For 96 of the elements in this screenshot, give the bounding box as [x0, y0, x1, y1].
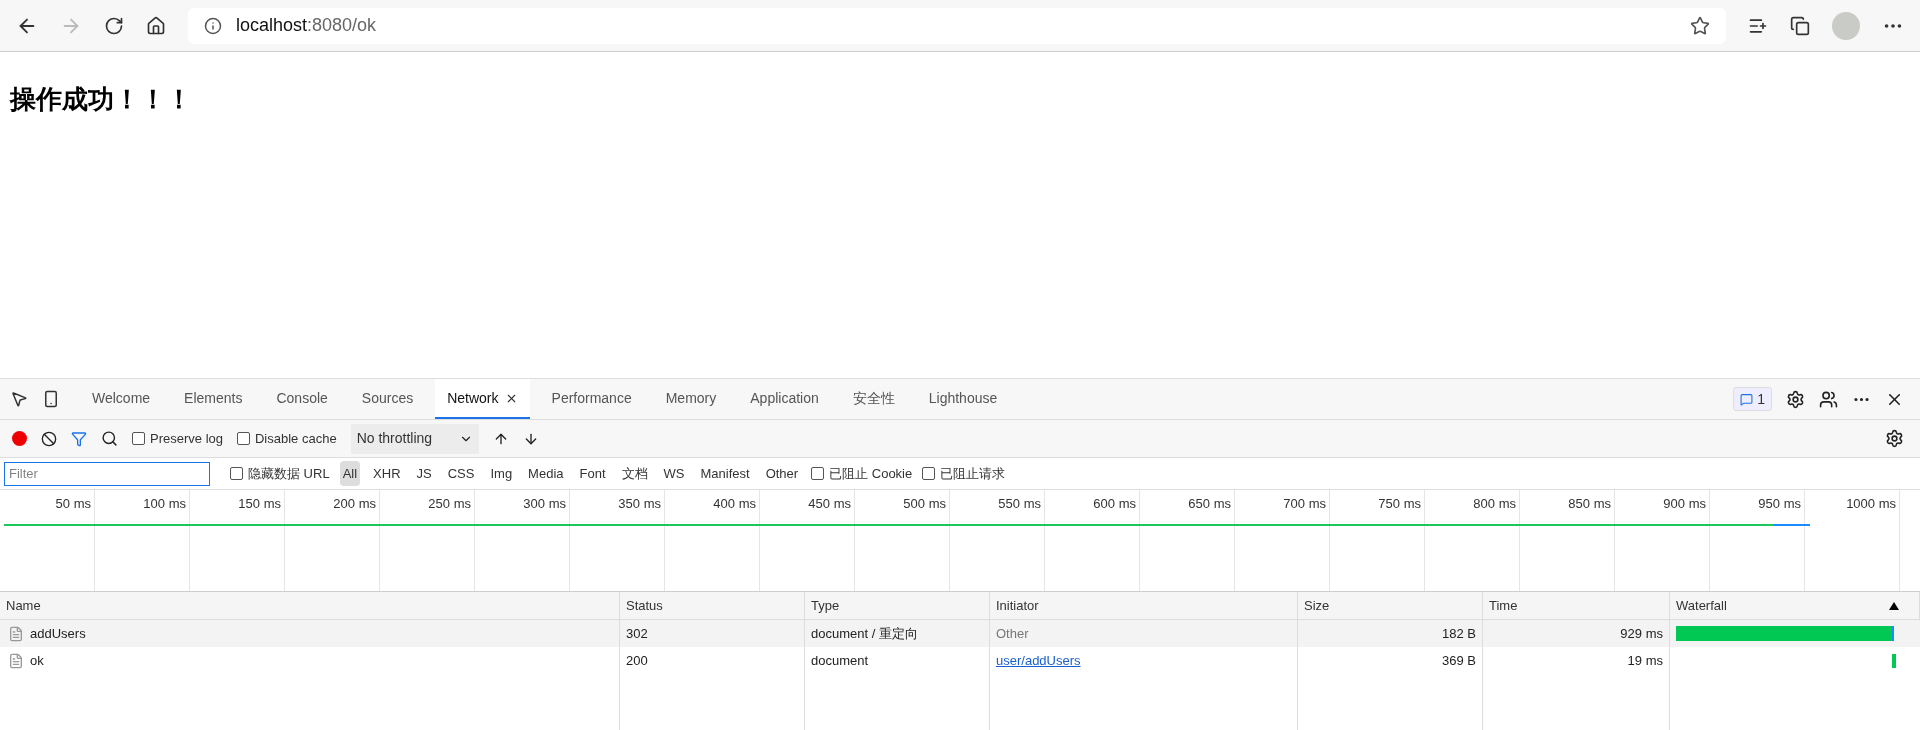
time-tick: 550 ms: [998, 495, 1041, 510]
time-tick: 700 ms: [1283, 495, 1326, 510]
checkbox-label: 已阻止 Cookie: [829, 464, 913, 483]
throttling-dropdown[interactable]: No throttling: [350, 423, 479, 454]
request-row[interactable]: addUsers 302 document / 重定向 Other 182 B 929 ms: [0, 620, 1920, 647]
time-tick: 100 ms: [143, 495, 186, 510]
column-header[interactable]: Time: [1489, 595, 1518, 616]
sort-up-icon[interactable]: [1889, 601, 1899, 610]
request-name: addUsers: [30, 624, 86, 643]
devtools-tab[interactable]: Elements: [172, 379, 255, 419]
type-filter[interactable]: Media: [525, 460, 567, 487]
column-header[interactable]: Initiator: [996, 595, 1039, 616]
checkbox[interactable]: [132, 432, 145, 445]
collections-icon[interactable]: [1790, 15, 1810, 36]
checkbox[interactable]: [922, 467, 936, 480]
type-filter[interactable]: XHR: [370, 460, 404, 487]
inspect-icon[interactable]: [10, 390, 28, 408]
time-tick: 650 ms: [1188, 495, 1231, 510]
devtools-tab[interactable]: Lighthouse: [916, 379, 1010, 419]
address-bar[interactable]: localhost:8080/ok: [188, 7, 1726, 44]
time-tick: 450 ms: [808, 495, 851, 510]
devtools-tab[interactable]: Memory: [653, 379, 729, 419]
type-filter[interactable]: Font: [576, 460, 609, 487]
time-tick: 50 ms: [55, 495, 91, 510]
size-cell-text: 369 B: [1442, 651, 1476, 670]
initiator-link[interactable]: user/addUsers: [996, 650, 1081, 671]
type-cell-text: document / 重定向: [811, 624, 918, 643]
time-tick: 350 ms: [618, 495, 661, 510]
settings-icon[interactable]: [1786, 389, 1805, 409]
checkbox-label: Disable cache: [255, 429, 337, 448]
record-icon[interactable]: [12, 431, 27, 446]
device-toolbar-icon[interactable]: [42, 390, 60, 408]
time-tick: 750 ms: [1378, 495, 1421, 510]
checkbox-label: 已阻止请求: [940, 464, 1006, 483]
filter-field[interactable]: Filter: [4, 461, 210, 486]
devtools-tab[interactable]: Network: [435, 379, 530, 419]
time-tick: 400 ms: [713, 495, 756, 510]
time-tick: 950 ms: [1758, 495, 1801, 510]
page-heading: 操作成功！！！: [10, 83, 193, 116]
reload-icon[interactable]: [104, 15, 124, 36]
time-tick: 600 ms: [1093, 495, 1136, 510]
time-tick: 1000 ms: [1846, 495, 1896, 510]
issues-badge[interactable]: 1: [1733, 387, 1772, 411]
home-icon[interactable]: [146, 15, 166, 36]
type-filter[interactable]: JS: [413, 460, 435, 487]
column-header[interactable]: Size: [1304, 595, 1330, 616]
feedback-icon[interactable]: [1819, 389, 1838, 409]
document-icon: [8, 652, 24, 669]
column-header[interactable]: Waterfall: [1676, 595, 1727, 616]
checkbox[interactable]: [237, 432, 250, 445]
time-tick: 850 ms: [1568, 495, 1611, 510]
waterfall-bar: [1892, 653, 1896, 668]
filter-icon[interactable]: [71, 430, 87, 447]
time-tick: 150 ms: [238, 495, 281, 510]
type-filter[interactable]: Img: [487, 460, 516, 487]
time-cell-text: 929 ms: [1620, 624, 1663, 643]
type-filter[interactable]: All: [339, 460, 361, 487]
time-tick: 900 ms: [1663, 495, 1706, 510]
checkbox-label: 隐藏数据 URL: [248, 464, 330, 483]
checkbox[interactable]: [811, 467, 825, 480]
type-cell-text: document: [811, 651, 869, 670]
checkbox[interactable]: [230, 467, 243, 480]
time-tick: 250 ms: [428, 495, 471, 510]
size-cell-text: 182 B: [1442, 624, 1476, 643]
url-text: localhost:8080/ok: [236, 14, 377, 37]
type-filter[interactable]: 文档: [618, 460, 651, 487]
info-icon[interactable]: [204, 16, 222, 35]
clear-icon[interactable]: [41, 430, 57, 447]
devtools-tab[interactable]: Sources: [349, 379, 426, 419]
time-tick: 800 ms: [1473, 495, 1516, 510]
time-tick: 500 ms: [903, 495, 946, 510]
type-filter[interactable]: CSS: [444, 460, 478, 487]
type-filter[interactable]: Other: [762, 460, 802, 487]
status-cell-text: 302: [626, 624, 648, 643]
devtools-tab[interactable]: Application: [738, 379, 831, 419]
checkbox-label: Preserve log: [150, 429, 223, 448]
search-icon[interactable]: [101, 430, 118, 447]
devtools-tab[interactable]: Performance: [539, 379, 644, 419]
devtools-tab[interactable]: 安全性: [840, 379, 907, 419]
message-icon: [1740, 392, 1754, 406]
status-cell-text: 200: [626, 651, 648, 670]
column-header[interactable]: Type: [811, 595, 840, 616]
time-tick: 200 ms: [333, 495, 376, 510]
initiator-cell-text: Other: [996, 624, 1029, 643]
type-filter[interactable]: WS: [660, 460, 688, 487]
favorite-star-icon[interactable]: [1690, 15, 1710, 36]
time-cell-text: 19 ms: [1627, 651, 1663, 670]
time-tick: 300 ms: [523, 495, 566, 510]
type-filter[interactable]: Manifest: [697, 460, 753, 487]
document-icon: [8, 625, 24, 642]
column-header[interactable]: Status: [626, 595, 663, 616]
settings-icon[interactable]: [1885, 429, 1904, 448]
devtools-tab[interactable]: Console: [264, 379, 340, 419]
request-name: ok: [30, 651, 44, 670]
devtools-tab[interactable]: Welcome: [80, 379, 163, 419]
column-header[interactable]: Name: [6, 595, 41, 616]
